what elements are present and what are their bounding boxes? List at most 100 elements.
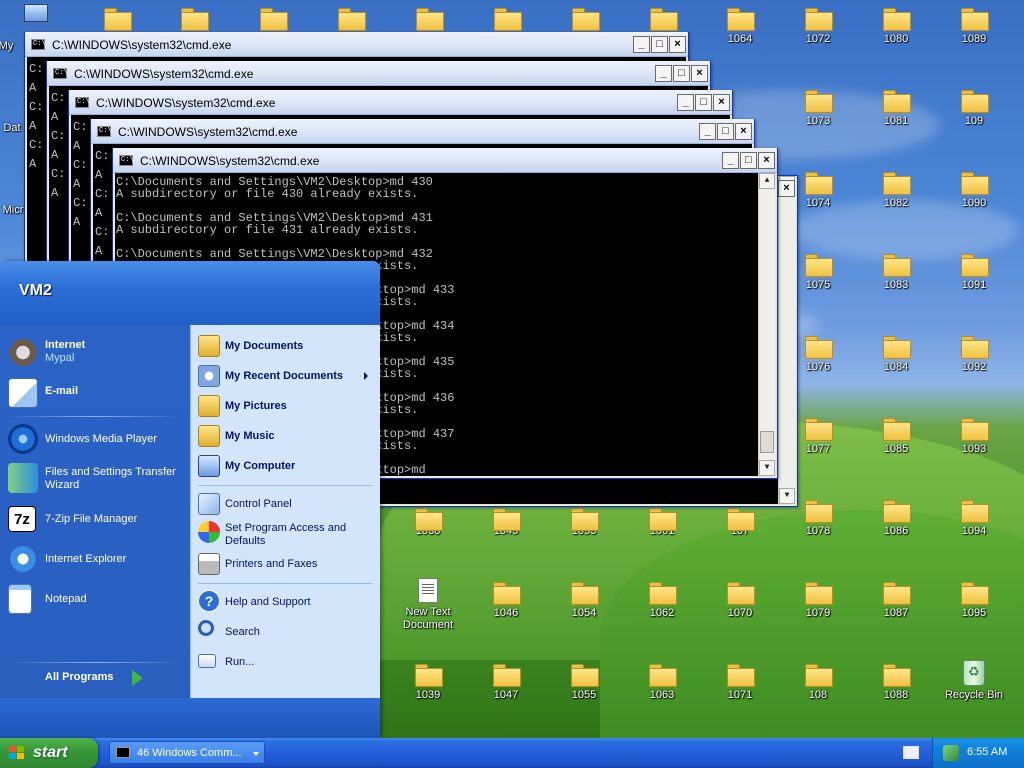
start-item-7zip[interactable]: 7z 7-Zip File Manager bbox=[8, 506, 186, 534]
folder-1047[interactable]: 1047 bbox=[471, 664, 541, 702]
close-button[interactable]: × bbox=[758, 152, 775, 169]
folder-1070[interactable]: 1070 bbox=[705, 582, 775, 620]
folder-1064[interactable]: 1064 bbox=[705, 8, 775, 46]
minimize-button[interactable]: _ bbox=[699, 123, 716, 140]
folder-icon[interactable] bbox=[494, 8, 522, 33]
minimize-button[interactable]: _ bbox=[722, 152, 739, 169]
folder-109[interactable]: 109 bbox=[939, 90, 1009, 128]
maximize-button[interactable]: □ bbox=[740, 152, 757, 169]
minimize-button[interactable]: _ bbox=[655, 65, 672, 82]
close-button[interactable]: × bbox=[713, 94, 730, 111]
folder-icon bbox=[961, 582, 989, 605]
start-item-program-access[interactable]: Set Program Access and Defaults bbox=[198, 521, 376, 549]
folder-icon[interactable] bbox=[416, 8, 444, 33]
start-item-media-player[interactable]: Windows Media Player bbox=[8, 424, 186, 454]
new-text-document[interactable]: New Text Document bbox=[393, 578, 463, 632]
start-item-help-support[interactable]: ? Help and Support bbox=[198, 590, 376, 614]
scroll-thumb[interactable] bbox=[760, 431, 774, 453]
folder-1094[interactable]: 1094 bbox=[939, 500, 1009, 538]
start-item-run[interactable]: Run... bbox=[198, 650, 376, 674]
start-item-my-computer[interactable]: My Computer bbox=[198, 455, 376, 479]
minimize-button[interactable]: _ bbox=[633, 36, 650, 53]
folder-1046[interactable]: 1046 bbox=[471, 582, 541, 620]
folder-1091[interactable]: 1091 bbox=[939, 254, 1009, 292]
folder-1038[interactable]: 1038 bbox=[393, 508, 463, 538]
title-bar[interactable]: C:\ C:\WINDOWS\system32\cmd.exe _ □ × bbox=[25, 32, 688, 57]
close-button[interactable]: × bbox=[669, 36, 686, 53]
folder-1084[interactable]: 1084 bbox=[861, 336, 931, 374]
folder-1063[interactable]: 1063 bbox=[627, 664, 697, 702]
folder-1053[interactable]: 1053 bbox=[549, 508, 619, 538]
vertical-scrollbar[interactable]: ▲ ▼ bbox=[758, 173, 775, 476]
scroll-up-button[interactable]: ▲ bbox=[759, 173, 775, 189]
start-item-printers-faxes[interactable]: Printers and Faxes bbox=[198, 553, 376, 577]
folder-icon[interactable] bbox=[181, 8, 209, 33]
folder-108[interactable]: 108 bbox=[783, 664, 853, 702]
start-item-control-panel[interactable]: Control Panel bbox=[198, 493, 376, 517]
folder-1062[interactable]: 1062 bbox=[627, 582, 697, 620]
folder-icon[interactable] bbox=[572, 8, 600, 33]
title-bar[interactable]: C:\ C:\WINDOWS\system32\cmd.exe _ □ × bbox=[69, 90, 732, 115]
taskbar-group-windows-command[interactable]: 46 Windows Comm... bbox=[109, 741, 265, 764]
start-item-my-recent-documents[interactable]: My Recent Documents bbox=[198, 365, 376, 389]
maximize-button[interactable]: □ bbox=[695, 94, 712, 111]
folder-1093[interactable]: 1093 bbox=[939, 418, 1009, 456]
keyboard-icon[interactable] bbox=[903, 746, 919, 759]
folder-107[interactable]: 107 bbox=[705, 508, 775, 538]
all-programs-button[interactable]: All Programs bbox=[45, 671, 113, 683]
folder-1054[interactable]: 1054 bbox=[549, 582, 619, 620]
start-item-my-music[interactable]: My Music bbox=[198, 425, 376, 449]
start-item-my-pictures[interactable]: My Pictures bbox=[198, 395, 376, 419]
close-button[interactable]: × bbox=[691, 65, 708, 82]
folder-1080[interactable]: 1080 bbox=[861, 8, 931, 46]
chevron-down-icon bbox=[253, 752, 259, 756]
close-button[interactable]: × bbox=[735, 123, 752, 140]
folder-icon[interactable] bbox=[260, 8, 288, 33]
maximize-button[interactable]: □ bbox=[673, 65, 690, 82]
start-item-email[interactable]: E-mail bbox=[8, 378, 186, 410]
title-bar[interactable]: C:\ C:\WINDOWS\system32\cmd.exe _ □ × bbox=[47, 61, 710, 86]
maximize-button[interactable]: □ bbox=[651, 36, 668, 53]
folder-1082[interactable]: 1082 bbox=[861, 172, 931, 210]
folder-1095[interactable]: 1095 bbox=[939, 582, 1009, 620]
folder-1081[interactable]: 1081 bbox=[861, 90, 931, 128]
folder-1072[interactable]: 1072 bbox=[783, 8, 853, 46]
folder-icon[interactable] bbox=[338, 8, 366, 33]
vertical-scrollbar[interactable]: ▲ ▼ bbox=[778, 176, 795, 504]
folder-1088[interactable]: 1088 bbox=[861, 664, 931, 702]
start-item-search[interactable]: Search bbox=[198, 620, 376, 644]
folder-1055[interactable]: 1055 bbox=[549, 664, 619, 702]
folder-1090[interactable]: 1090 bbox=[939, 172, 1009, 210]
folder-1092[interactable]: 1092 bbox=[939, 336, 1009, 374]
title-bar[interactable]: C:\ C:\WINDOWS\system32\cmd.exe _ □ × bbox=[113, 148, 777, 173]
recycle-bin[interactable]: Recycle Bin bbox=[939, 660, 1009, 702]
start-item-notepad[interactable]: Notepad bbox=[8, 584, 186, 614]
folder-1089[interactable]: 1089 bbox=[939, 8, 1009, 46]
scroll-down-button[interactable]: ▼ bbox=[759, 460, 775, 476]
folder-1061[interactable]: 1061 bbox=[627, 508, 697, 538]
folder-icon[interactable] bbox=[104, 8, 132, 33]
folder-1071[interactable]: 1071 bbox=[705, 664, 775, 702]
scroll-down-button[interactable]: ▼ bbox=[779, 488, 795, 504]
close-button[interactable]: × bbox=[778, 180, 795, 197]
folder-1087[interactable]: 1087 bbox=[861, 582, 931, 620]
title-bar[interactable]: C:\ C:\WINDOWS\system32\cmd.exe _ □ × bbox=[91, 119, 754, 144]
my-computer-icon[interactable] bbox=[22, 2, 52, 28]
start-button[interactable]: start bbox=[0, 738, 98, 768]
start-item-transfer-wizard[interactable]: Files and Settings Transfer Wizard bbox=[8, 463, 186, 493]
folder-1079[interactable]: 1079 bbox=[783, 582, 853, 620]
minimize-button[interactable]: _ bbox=[677, 94, 694, 111]
start-item-internet[interactable]: Internet Mypal bbox=[8, 336, 186, 370]
folder-1086[interactable]: 1086 bbox=[861, 500, 931, 538]
start-item-internet-explorer[interactable]: Internet Explorer bbox=[8, 544, 186, 574]
clock[interactable]: 6:55 AM bbox=[967, 746, 1007, 758]
folder-1039[interactable]: 1039 bbox=[393, 664, 463, 702]
folder-icon[interactable] bbox=[650, 8, 678, 33]
folder-1045[interactable]: 1045 bbox=[471, 508, 541, 538]
folder-1073[interactable]: 1073 bbox=[783, 90, 853, 128]
start-item-my-documents[interactable]: My Documents bbox=[198, 335, 376, 359]
folder-1083[interactable]: 1083 bbox=[861, 254, 931, 292]
network-icon[interactable] bbox=[943, 745, 959, 761]
maximize-button[interactable]: □ bbox=[717, 123, 734, 140]
folder-1085[interactable]: 1085 bbox=[861, 418, 931, 456]
